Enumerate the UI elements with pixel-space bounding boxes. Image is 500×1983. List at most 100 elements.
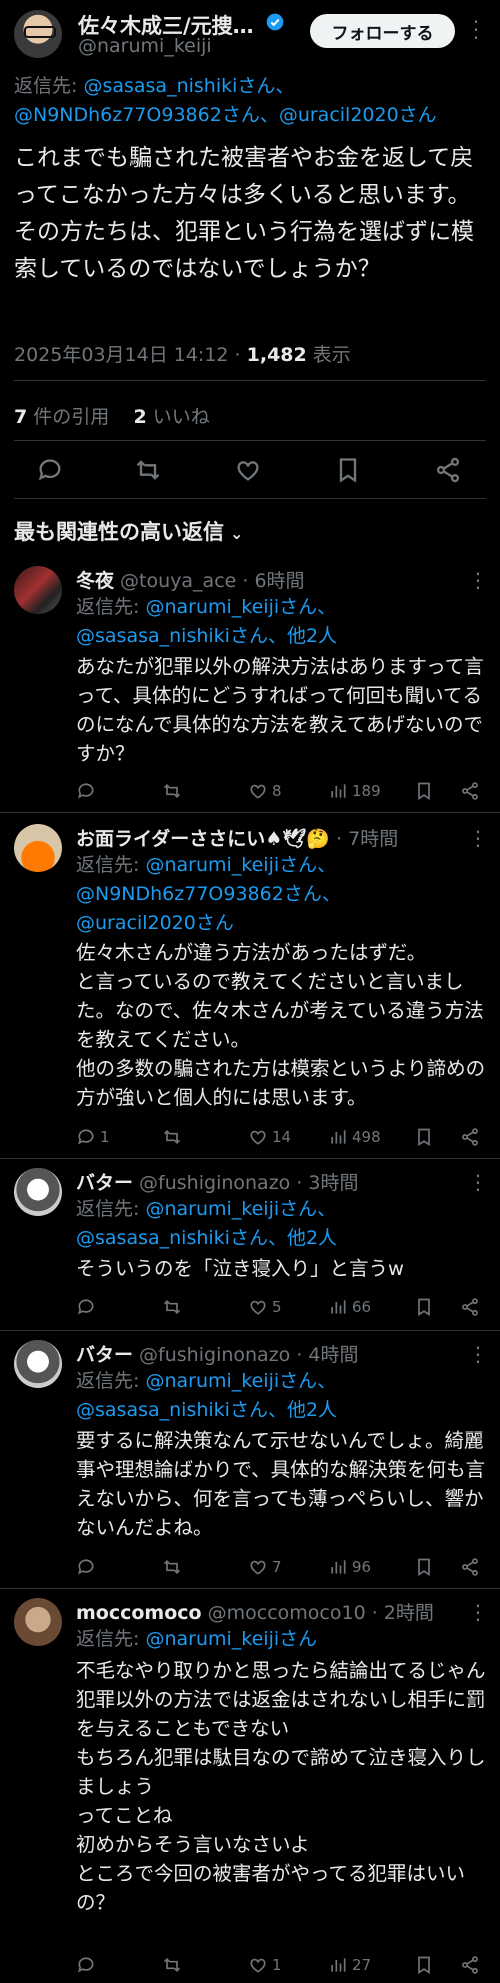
views-button[interactable]: 189 [328, 778, 381, 804]
like-button[interactable]: 1 [248, 1952, 282, 1978]
reply-author-name[interactable]: moccomoco [76, 1602, 202, 1624]
reply-item[interactable]: バター @fushiginonazo · 3時間 ⋮ 返信先: @narumi_… [0, 1168, 500, 1328]
more-options-icon[interactable]: ⋮ [468, 568, 488, 592]
like-button[interactable]: 5 [248, 1294, 282, 1320]
share-button[interactable] [460, 1294, 480, 1320]
mention-link[interactable]: @narumi_keijiさん [145, 1628, 317, 1650]
share-icon [462, 782, 478, 800]
views-icon [331, 1300, 346, 1314]
bookmark-button[interactable] [414, 1294, 434, 1320]
share-button[interactable] [460, 1124, 480, 1150]
reply-handle-time[interactable]: · 7時間 [330, 828, 398, 850]
reply-text: 要するに解決策なんて示せないんでしょ。綺麗事や理想論ばかりで、具体的な解決策を何… [76, 1429, 486, 1539]
reply-to-line: 返信先: @narumi_keijiさん、 @sasasa_nishikiさん、… [76, 1370, 338, 1421]
reply-avatar[interactable] [14, 566, 62, 614]
reply-icon [78, 1957, 94, 1973]
reply-author-name[interactable]: バター [76, 1344, 133, 1366]
tweet-timestamp[interactable]: 2025年03月14日 14:12 · [14, 344, 247, 366]
retweet-button[interactable] [162, 1952, 182, 1978]
reply-handle-time[interactable]: @moccomoco10 · 2時間 [202, 1602, 434, 1624]
bookmark-icon [418, 782, 430, 801]
reply-action-bar: 5 66 [76, 1294, 486, 1320]
reply-author-name[interactable]: お面ライダーささにい♠🕊🤔 [76, 828, 330, 850]
like-button[interactable]: 7 [248, 1554, 282, 1580]
reply-icon[interactable] [36, 456, 64, 484]
reply-item[interactable]: バター @fushiginonazo · 4時間 ⋮ 返信先: @narumi_… [0, 1340, 500, 1590]
like-button[interactable]: 8 [248, 778, 282, 804]
reply-to-line: 返信先: @narumi_keijiさん、 @sasasa_nishikiさん、… [76, 596, 338, 647]
retweet-button[interactable] [162, 1554, 182, 1580]
retweet-icon[interactable] [134, 456, 162, 484]
retweet-button[interactable] [162, 1294, 182, 1320]
mention-link[interactable]: @N9NDh6z77O93862さん、 [14, 104, 279, 126]
bookmark-button[interactable] [414, 778, 434, 804]
reply-item[interactable]: お面ライダーささにい♠🕊🤔 · 7時間 ⋮ 返信先: @narumi_keiji… [0, 824, 500, 1154]
share-button[interactable] [460, 1952, 480, 1978]
more-options-icon[interactable]: ⋮ [468, 1600, 488, 1624]
reply-avatar[interactable] [14, 1340, 62, 1388]
reply-action-bar: 1 27 [76, 1952, 486, 1978]
views-button[interactable]: 96 [328, 1554, 371, 1580]
views-button[interactable]: 27 [328, 1952, 371, 1978]
quotes-stat[interactable]: 7 件の引用 [14, 406, 109, 428]
views-count: 27 [352, 1956, 372, 1974]
reply-item[interactable]: moccomoco @moccomoco10 · 2時間 ⋮ 返信先: @nar… [0, 1598, 500, 1978]
reply-author-name[interactable]: バター [76, 1172, 133, 1194]
views-button[interactable]: 66 [328, 1294, 371, 1320]
reply-button[interactable] [76, 778, 100, 804]
reply-button[interactable] [76, 1554, 96, 1580]
bookmark-icon[interactable] [334, 456, 362, 484]
reply-header: バター @fushiginonazo · 4時間 [76, 1340, 359, 1367]
reply-button[interactable]: 1 [76, 1124, 110, 1150]
like-count: 7 [272, 1558, 282, 1576]
reply-avatar[interactable] [14, 1168, 62, 1216]
reply-sort-dropdown[interactable]: 最も関連性の高い返信 ⌄ [14, 516, 243, 546]
retweet-icon [163, 1957, 181, 1973]
like-button[interactable]: 14 [248, 1124, 291, 1150]
bookmark-icon [418, 1558, 430, 1577]
reply-header: 冬夜 @touya_ace · 6時間 [76, 566, 305, 593]
reply-action-bar: 8 189 [76, 778, 486, 804]
likes-stat[interactable]: 2 いいね [133, 406, 209, 428]
views-label: 表示 [306, 344, 351, 366]
share-button[interactable] [460, 778, 480, 804]
reply-button[interactable] [76, 1294, 96, 1320]
author-handle[interactable]: @narumi_keiji [78, 35, 212, 57]
mention-link[interactable]: @uracil2020さん [279, 104, 437, 126]
reply-to-line: 返信先: @sasasa_nishikiさん、 @N9NDh6z77O93862… [14, 72, 494, 130]
reply-button[interactable] [76, 1952, 96, 1978]
more-options-icon[interactable]: ⋮ [468, 1342, 488, 1366]
like-icon [250, 784, 266, 799]
like-icon[interactable] [234, 456, 262, 484]
author-avatar[interactable] [14, 10, 62, 58]
reply-avatar[interactable] [14, 824, 62, 872]
like-count: 1 [272, 1956, 282, 1974]
reply-handle-time[interactable]: @touya_ace · 6時間 [114, 570, 305, 592]
reply-avatar[interactable] [14, 1598, 62, 1646]
more-options-icon[interactable]: · · · [470, 12, 482, 48]
more-options-icon[interactable]: ⋮ [468, 1170, 488, 1194]
retweet-button[interactable] [162, 778, 182, 804]
divider [14, 440, 486, 441]
reply-item[interactable]: 冬夜 @touya_ace · 6時間 ⋮ 返信先: @narumi_keiji… [0, 566, 500, 806]
more-options-icon[interactable]: ⋮ [468, 826, 488, 850]
follow-button[interactable]: フォローする [310, 14, 455, 48]
bookmark-button[interactable] [414, 1124, 434, 1150]
like-count: 14 [272, 1128, 292, 1146]
divider [14, 380, 486, 381]
verified-badge-icon [266, 13, 284, 31]
bookmark-button[interactable] [414, 1554, 434, 1580]
bookmark-button[interactable] [414, 1952, 434, 1978]
views-button[interactable]: 498 [328, 1124, 381, 1150]
chevron-down-icon: ⌄ [230, 524, 244, 543]
views-count: 189 [352, 782, 381, 800]
share-icon[interactable] [434, 456, 462, 484]
reply-handle-time[interactable]: @fushiginonazo · 4時間 [133, 1344, 358, 1366]
mention-link[interactable]: @sasasa_nishikiさん、 [83, 75, 294, 97]
bookmark-icon [418, 1956, 430, 1975]
retweet-button[interactable] [162, 1124, 182, 1150]
reply-handle-time[interactable]: @fushiginonazo · 3時間 [133, 1172, 358, 1194]
divider [0, 1588, 500, 1589]
reply-author-name[interactable]: 冬夜 [76, 570, 114, 592]
share-button[interactable] [460, 1554, 480, 1580]
